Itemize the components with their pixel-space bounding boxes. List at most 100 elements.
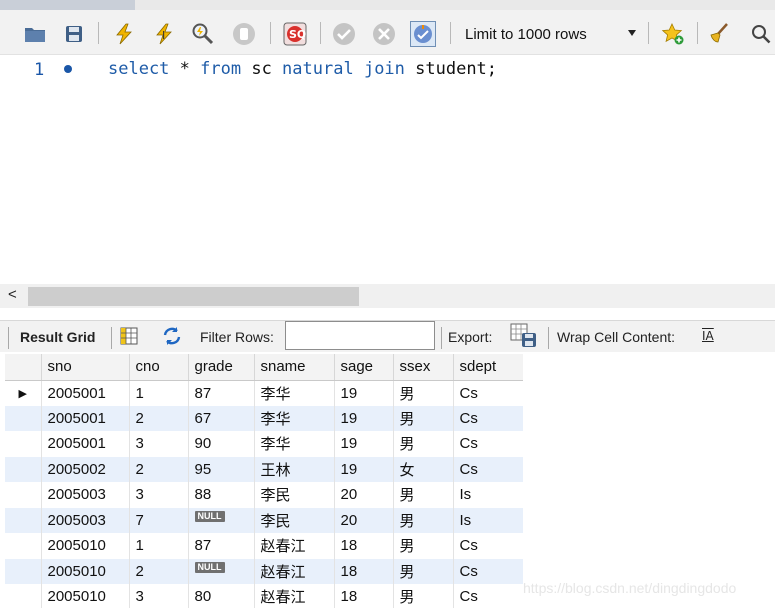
table-cell-ssex[interactable]: 男 [393,584,454,608]
grid-view-icon[interactable] [117,324,141,348]
wrap-cell-content-icon[interactable]: IA [702,329,714,343]
table-cell-sdept[interactable]: Cs [453,456,523,482]
scroll-left-arrow-icon[interactable]: < [8,286,17,303]
editor-tab[interactable] [0,0,135,10]
table-cell-sdept[interactable]: Cs [453,558,523,584]
export-icon[interactable] [509,322,539,350]
table-cell-sname[interactable]: 王林 [254,456,335,482]
table-cell-sage[interactable]: 20 [334,507,394,533]
column-header[interactable]: sno [41,354,130,381]
table-cell-sdept[interactable]: Is [453,507,523,533]
table-cell-ssex[interactable]: 男 [393,482,454,508]
table-cell-sname[interactable]: 李华 [254,431,335,457]
row-indicator[interactable] [5,405,42,431]
add-snippet-star-icon[interactable] [660,21,686,47]
refresh-icon[interactable] [160,324,184,348]
row-indicator[interactable] [5,507,42,533]
table-row[interactable]: 2005010 2 NULL 赵春江 18 男 Cs [5,558,523,584]
row-indicator[interactable]: ▶ [5,380,42,406]
row-indicator[interactable] [5,533,42,559]
table-cell-ssex[interactable]: 男 [393,431,454,457]
table-row[interactable]: 2005003 3 88 李民 20 男 Is [5,482,523,508]
table-cell-cno[interactable]: 1 [129,380,189,406]
table-cell-sno[interactable]: 2005001 [41,380,130,406]
editor-horizontal-scrollbar[interactable]: < [0,284,775,308]
table-cell-sname[interactable]: 赵春江 [254,584,335,608]
row-indicator[interactable] [5,584,42,608]
table-cell-sage[interactable]: 18 [334,558,394,584]
table-cell-ssex[interactable]: 男 [393,380,454,406]
table-cell-cno[interactable]: 3 [129,584,189,608]
table-cell-grade[interactable]: 95 [188,456,255,482]
find-magnifier-icon[interactable] [748,21,774,47]
table-cell-sno[interactable]: 2005003 [41,507,130,533]
table-cell-sage[interactable]: 19 [334,456,394,482]
table-cell-sage[interactable]: 18 [334,584,394,608]
table-cell-sdept[interactable]: Cs [453,584,523,608]
table-row[interactable]: 2005002 2 95 王林 19 女 Cs [5,456,523,482]
table-row[interactable]: ▶ 2005001 1 87 李华 19 男 Cs [5,380,523,406]
table-cell-cno[interactable]: 2 [129,405,189,431]
table-cell-grade[interactable]: 88 [188,482,255,508]
table-cell-sname[interactable]: 李华 [254,405,335,431]
save-icon[interactable] [61,21,87,47]
column-header[interactable]: sdept [453,354,523,381]
sql-statement[interactable]: select * from sc natural join student; [108,59,497,79]
table-cell-grade[interactable]: 67 [188,405,255,431]
table-cell-grade[interactable]: 87 [188,380,255,406]
table-row[interactable]: 2005003 7 NULL 李民 20 男 Is [5,507,523,533]
table-cell-cno[interactable]: 3 [129,482,189,508]
table-cell-cno[interactable]: 1 [129,533,189,559]
table-cell-cno[interactable]: 2 [129,558,189,584]
table-row[interactable]: 2005001 2 67 李华 19 男 Cs [5,405,523,431]
column-header[interactable]: sage [334,354,394,381]
table-cell-ssex[interactable]: 男 [393,507,454,533]
table-cell-sno[interactable]: 2005001 [41,431,130,457]
column-header[interactable]: ssex [393,354,454,381]
table-cell-ssex[interactable]: 男 [393,533,454,559]
table-cell-sname[interactable]: 赵春江 [254,533,335,559]
autocommit-toggle-icon[interactable] [410,21,436,47]
execute-all-icon[interactable] [111,21,137,47]
table-cell-sage[interactable]: 20 [334,482,394,508]
execute-current-icon[interactable]: I [151,21,177,47]
table-cell-grade[interactable]: 87 [188,533,255,559]
table-cell-grade[interactable]: NULL [188,558,255,584]
table-cell-sno[interactable]: 2005010 [41,533,130,559]
open-file-icon[interactable] [22,21,48,47]
table-cell-cno[interactable]: 2 [129,456,189,482]
table-cell-ssex[interactable]: 男 [393,558,454,584]
table-cell-sage[interactable]: 19 [334,431,394,457]
table-cell-sage[interactable]: 19 [334,405,394,431]
column-header[interactable]: grade [188,354,255,381]
row-indicator[interactable] [5,431,42,457]
explain-icon[interactable] [190,21,216,47]
row-indicator[interactable] [5,456,42,482]
rollback-icon[interactable] [371,21,397,47]
row-limit-select[interactable]: Limit to 1000 rows [459,22,644,46]
column-header[interactable]: cno [129,354,189,381]
table-cell-grade[interactable]: 90 [188,431,255,457]
filter-rows-input[interactable] [285,321,435,350]
table-cell-ssex[interactable]: 男 [393,405,454,431]
sql-editor[interactable]: 1 select * from sc natural join student; [0,56,775,284]
table-cell-cno[interactable]: 3 [129,431,189,457]
table-cell-sname[interactable]: 李民 [254,482,335,508]
table-cell-sdept[interactable]: Cs [453,533,523,559]
table-cell-sno[interactable]: 2005003 [41,482,130,508]
stop-on-error-icon[interactable]: SQ [282,21,308,47]
stop-icon[interactable] [231,21,257,47]
table-row[interactable]: 2005010 1 87 赵春江 18 男 Cs [5,533,523,559]
table-cell-sno[interactable]: 2005010 [41,584,130,608]
column-header[interactable]: sname [254,354,335,381]
table-cell-sage[interactable]: 18 [334,533,394,559]
beautify-broom-icon[interactable] [706,21,732,47]
table-cell-sno[interactable]: 2005002 [41,456,130,482]
table-cell-sname[interactable]: 李华 [254,380,335,406]
table-cell-sno[interactable]: 2005010 [41,558,130,584]
table-cell-sno[interactable]: 2005001 [41,405,130,431]
commit-icon[interactable] [331,21,357,47]
row-indicator[interactable] [5,482,42,508]
table-cell-sdept[interactable]: Cs [453,380,523,406]
table-cell-ssex[interactable]: 女 [393,456,454,482]
